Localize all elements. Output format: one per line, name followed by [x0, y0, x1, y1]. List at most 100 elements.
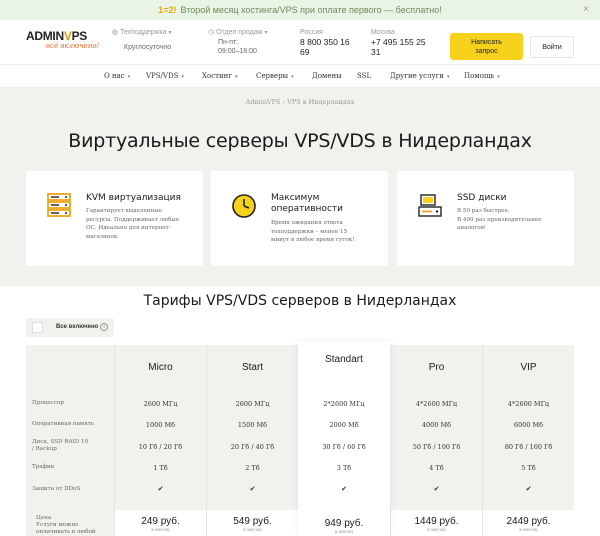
- sales-value: Пн-пт:: [218, 39, 239, 46]
- nav-item-domains[interactable]: Домены: [312, 72, 342, 80]
- sales-label: Отдел продаж: [216, 29, 263, 36]
- check-icon: ✔: [525, 486, 532, 493]
- row-label-ddos: Защита от DDoS: [32, 486, 81, 492]
- write-btn-a: Написать: [471, 38, 502, 46]
- plan-name: Pro: [428, 362, 445, 373]
- plan-ram: 6000 Мб: [513, 421, 544, 429]
- plan-traffic: 3 Тб: [336, 464, 352, 472]
- feature-card-speed: Максимум оперативности Время ожидания от…: [211, 171, 388, 266]
- check-icon: ✔: [157, 486, 164, 493]
- info-icon[interactable]: i: [100, 323, 108, 331]
- plan-price: 1449 руб.: [414, 516, 459, 527]
- plan-period: в месяц: [519, 528, 538, 533]
- chevron-down-icon: ▾: [181, 74, 184, 80]
- region1-phone-a: 8 800 350 16: [300, 37, 350, 47]
- feature-desc: Гарантирует выделенные ресурсы. Поддержи…: [86, 208, 180, 240]
- plan-ram: 1500 Мб: [237, 421, 268, 429]
- support-value: Круглосуточно: [124, 44, 172, 51]
- nav-item-about[interactable]: О нас ▾: [104, 72, 130, 80]
- logo-text-b: PS: [71, 29, 88, 43]
- tariffs-table: Процессор Оперативная память Диск, SSD R…: [26, 341, 574, 536]
- clock-small-icon: ◷: [208, 29, 215, 36]
- plan-cpu: 2600 МГц: [143, 400, 178, 408]
- plan-column-start[interactable]: Start 2600 МГц 1500 Мб 20 Гб / 40 Гб 2 Т…: [206, 345, 298, 536]
- ssd-icon: [418, 194, 442, 217]
- close-icon[interactable]: ×: [580, 4, 592, 16]
- plan-period: в месяц: [427, 528, 446, 533]
- check-icon: ✔: [433, 486, 440, 493]
- page-title: Виртуальные серверы VPS/VDS в Нидерланда…: [68, 130, 532, 152]
- plan-cpu: 4*2600 МГц: [507, 400, 550, 408]
- plan-period: в месяц: [151, 528, 170, 533]
- plan-column-micro[interactable]: Micro 2600 МГц 1000 Мб 10 Гб / 20 Гб 1 Т…: [114, 345, 206, 536]
- chevron-down-icon: ▾: [127, 74, 131, 80]
- plan-name: Start: [241, 362, 264, 373]
- chevron-down-icon: ▾: [168, 30, 172, 36]
- region1-phone-b: 69: [300, 47, 310, 57]
- write-request-button[interactable]: Написать запрос: [450, 33, 523, 60]
- check-icon: ✔: [249, 486, 256, 493]
- feature-desc: Время ожидания ответа техподдержки – мен…: [271, 220, 355, 243]
- breadcrumb[interactable]: AdminVPS › VPS в Нидерландах: [0, 98, 600, 106]
- region1-label: Россия: [300, 29, 323, 36]
- toggle-label: Все включено: [56, 324, 99, 330]
- feature-title: SSD диски: [457, 193, 507, 203]
- plan-traffic: 2 Тб: [245, 464, 260, 472]
- plan-name: Standart: [325, 354, 363, 365]
- row-label-price: Цена Услуги можно оплачивать в любой: [36, 515, 96, 535]
- login-button[interactable]: Войти: [530, 36, 574, 58]
- chevron-down-icon: ▾: [446, 74, 450, 80]
- globe-icon: ◍: [112, 29, 119, 36]
- chevron-down-icon: ▾: [291, 74, 294, 80]
- nav-item-ssl[interactable]: SSL: [357, 72, 371, 80]
- all-included-toggle[interactable]: Все включено i: [26, 318, 114, 337]
- logo[interactable]: ADMINVPS всё включено!: [26, 30, 102, 54]
- plan-ram: 2000 Мб: [329, 421, 359, 429]
- plan-cpu: 2600 МГц: [235, 400, 270, 408]
- main-nav: О нас ▾ VPS/VDS ▾ Хостинг ▾ Серверы ▾ Домены…: [0, 64, 600, 88]
- plan-disk: 50 Гб / 100 Гб: [412, 443, 461, 451]
- logo-text-v: V: [63, 29, 72, 43]
- phone-moscow[interactable]: Москва +7 495 155 25 31: [371, 28, 426, 57]
- region2-phone-a: +7 495 155 25: [371, 37, 426, 47]
- feature-card-kvm: KVM виртуализация Гарантирует выделенные…: [26, 171, 203, 266]
- nav-item-other[interactable]: Другие услуги ▾: [390, 72, 449, 80]
- plan-disk: 20 Гб / 40 Гб: [230, 443, 275, 451]
- nav-item-vps[interactable]: VPS/VDS ▾: [146, 72, 184, 80]
- chevron-down-icon: ▾: [264, 30, 268, 36]
- tariffs-title: Тарифы VPS/VDS серверов в Нидерландах: [143, 293, 457, 309]
- chevron-down-icon: ▾: [235, 74, 238, 80]
- plan-cpu: 4*2600 МГц: [415, 400, 458, 408]
- toggle-checkbox[interactable]: [32, 322, 43, 333]
- nav-item-servers[interactable]: Серверы ▾: [256, 72, 294, 80]
- promo-bar[interactable]: 1=2! Второй месяц хостинга/VPS при оплат…: [0, 0, 600, 20]
- row-label-ram: Оперативная память: [32, 421, 94, 427]
- phone-russia[interactable]: Россия 8 800 350 16 69: [300, 28, 350, 57]
- plan-column-pro[interactable]: Pro 4*2600 МГц 4000 Мб 50 Гб / 100 Гб 4 …: [390, 345, 482, 536]
- plan-column-standart[interactable]: Standart 2*2600 МГц 2000 Мб 30 Гб / 60 Г…: [298, 341, 390, 536]
- plan-price: 549 руб.: [233, 516, 272, 527]
- sales-hours: 09:00–18:00: [218, 48, 257, 55]
- feature-title: KVM виртуализация: [86, 193, 181, 203]
- logo-text-a: ADMIN: [26, 29, 64, 43]
- row-labels: Процессор Оперативная память Диск, SSD R…: [26, 345, 114, 536]
- sales-info[interactable]: ◷ Отдел продаж ▾ Пн-пт: 09:00–18:00: [208, 28, 267, 56]
- plan-traffic: 4 Тб: [429, 464, 444, 472]
- plan-ram: 4000 Мб: [421, 421, 452, 429]
- plan-traffic: 5 Тб: [521, 464, 536, 472]
- feature-card-ssd: SSD диски В 50 раз быстрее. В 400 раз пр…: [397, 171, 574, 266]
- support-info[interactable]: ◍ Техподдержка ▾ Круглосуточно: [112, 28, 171, 52]
- plan-column-vip[interactable]: VIP 4*2600 МГц 6000 Мб 80 Гб / 160 Гб 5 …: [482, 345, 574, 536]
- nav-item-hosting[interactable]: Хостинг ▾: [202, 72, 238, 80]
- promo-text: Второй месяц хостинга/VPS при оплате пер…: [180, 5, 442, 15]
- plan-disk: 10 Гб / 20 Гб: [138, 443, 183, 451]
- server-icon: [47, 193, 71, 217]
- row-label-disk: Диск, SSD RAID 10 / Backup: [32, 439, 89, 452]
- nav-item-help[interactable]: Помощь ▾: [464, 72, 500, 80]
- site-header: ADMINVPS всё включено! ◍ Техподдержка ▾ К…: [0, 20, 600, 64]
- hero-section: AdminVPS › VPS в Нидерландах Виртуальные…: [0, 88, 600, 286]
- feature-desc: В 50 раз быстрее. В 400 раз производител…: [457, 208, 542, 231]
- plan-price: 249 руб.: [141, 516, 180, 527]
- plan-ram: 1000 Мб: [145, 421, 176, 429]
- plan-name: VIP: [520, 362, 537, 373]
